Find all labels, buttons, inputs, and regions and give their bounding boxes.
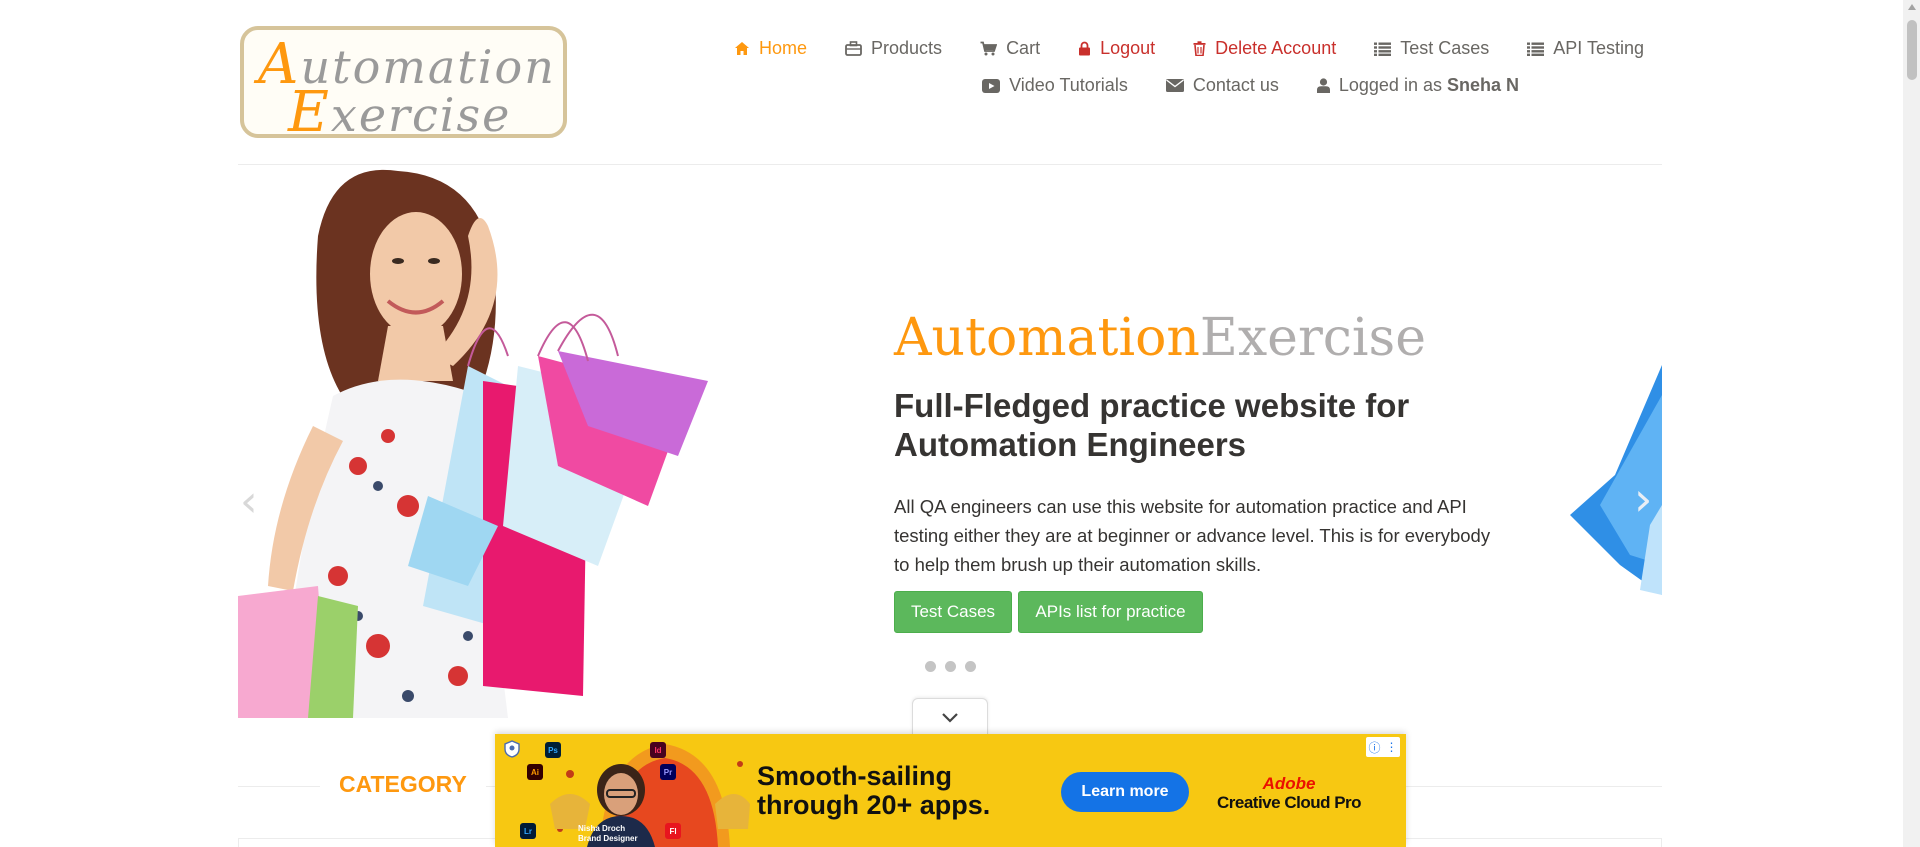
home-icon: [735, 42, 749, 55]
ad-collapse-button[interactable]: [912, 698, 988, 735]
hero-description: All QA engineers can use this website fo…: [894, 496, 1491, 575]
nav-video-tutorials-label: Video Tutorials: [1009, 75, 1128, 95]
test-cases-button[interactable]: Test Cases: [894, 591, 1012, 633]
nav-video-tutorials[interactable]: Video Tutorials: [982, 75, 1128, 96]
ad-illustrator-badge-icon: Ai: [527, 764, 543, 780]
nav-api-testing[interactable]: API Testing: [1527, 38, 1644, 59]
envelope-icon: [1165, 79, 1184, 92]
ad-premiere-badge-icon: Pr: [660, 764, 676, 780]
nav-test-cases-label: Test Cases: [1400, 38, 1490, 58]
nav-products[interactable]: Products: [845, 38, 942, 59]
ad-lightroom-badge-icon: Lr: [520, 823, 536, 839]
carousel-indicator-2[interactable]: [945, 661, 956, 672]
ad-person-caption: Nisha Droch Brand Designer: [578, 824, 638, 843]
ad-brand-logo: Adobe Creative Cloud Pro: [1217, 774, 1362, 812]
ad-learn-more-button[interactable]: Learn more: [1061, 772, 1189, 812]
nav-delete-account-label: Delete Account: [1215, 38, 1337, 58]
ad-info-icon[interactable]: ⓘ: [1368, 739, 1380, 756]
category-heading: CATEGORY: [320, 771, 486, 798]
nav-test-cases[interactable]: Test Cases: [1374, 38, 1489, 59]
scroll-thumb[interactable]: [1907, 20, 1917, 80]
cart-icon: [980, 41, 998, 56]
list-icon: [1374, 42, 1392, 56]
ad-info-controls[interactable]: ⓘ ⋮: [1366, 737, 1400, 757]
nav-products-label: Products: [871, 38, 943, 58]
nav-api-testing-label: API Testing: [1553, 38, 1644, 58]
apis-list-button[interactable]: APIs list for practice: [1018, 591, 1203, 633]
nav-home[interactable]: Home: [734, 38, 807, 59]
hero-brand-title: AutomationExercise: [894, 308, 1427, 368]
logo-text-line2: Exercise: [288, 80, 512, 145]
user-icon: [1316, 78, 1330, 93]
nav-home-label: Home: [759, 38, 808, 58]
trash-icon: [1193, 41, 1206, 56]
nav-logout[interactable]: Logout: [1078, 38, 1155, 59]
carousel-indicators: [925, 661, 985, 672]
lock-icon: [1079, 41, 1091, 56]
hero-model-image: [238, 169, 708, 718]
ad-indesign-badge-icon: Id: [650, 742, 666, 758]
logged-in-label: Logged in as: [1338, 75, 1442, 95]
carousel-indicator-3[interactable]: [965, 661, 976, 672]
briefcase-icon: [845, 41, 862, 56]
nav-cart[interactable]: Cart: [980, 38, 1040, 59]
nav-logout-label: Logout: [1100, 38, 1156, 58]
header-divider: [238, 164, 1662, 165]
nav-cart-label: Cart: [1006, 38, 1041, 58]
chevron-down-icon: [942, 712, 958, 723]
carousel-next-button[interactable]: ›: [1634, 472, 1652, 526]
scroll-up-arrow-icon[interactable]: [1908, 4, 1916, 10]
advertisement-banner[interactable]: ⓘ ⋮ Nisha Droch Brand Designer Ps Id Ai P…: [495, 734, 1406, 847]
site-logo[interactable]: Automation Exercise: [240, 26, 567, 145]
video-icon: [982, 78, 1001, 93]
main-nav: Home Products Cart Logout Delete Account…: [696, 38, 1644, 59]
list-icon: [1527, 42, 1545, 56]
carousel-indicator-1[interactable]: [925, 661, 936, 672]
ad-shield-icon: [504, 740, 520, 758]
hero-subtitle: Full-Fledged practice website for Automa…: [894, 387, 1410, 463]
ad-photoshop-badge-icon: Ps: [545, 742, 561, 758]
nav-logged-in-as[interactable]: Logged in as Sneha N: [1316, 75, 1519, 96]
logged-in-username: Sneha N: [1446, 75, 1519, 95]
nav-delete-account[interactable]: Delete Account: [1193, 38, 1336, 59]
ad-flash-badge-icon: Fl: [665, 823, 681, 839]
secondary-nav: Video Tutorials Contact us Logged in as S…: [944, 75, 1519, 96]
carousel-prev-button[interactable]: ‹: [240, 476, 258, 527]
nav-contact-us-label: Contact us: [1192, 75, 1279, 95]
ad-headline: Smooth-sailing through 20+ apps.: [757, 761, 991, 820]
ad-menu-icon[interactable]: ⋮: [1385, 740, 1397, 754]
page-scrollbar[interactable]: [1903, 0, 1920, 847]
nav-contact-us[interactable]: Contact us: [1165, 75, 1279, 96]
